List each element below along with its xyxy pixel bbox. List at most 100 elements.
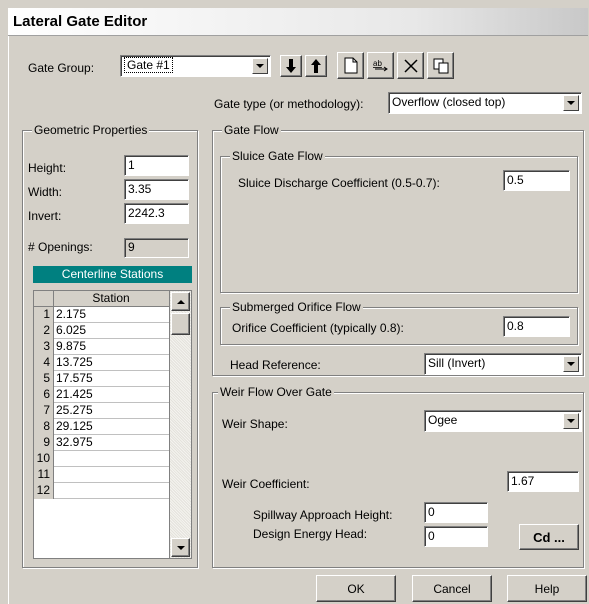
window-title: Lateral Gate Editor [13, 13, 148, 30]
delete-icon [403, 58, 418, 73]
row-number: 7 [34, 403, 54, 419]
width-label: Width: [28, 185, 63, 199]
move-up-button[interactable] [305, 55, 327, 77]
svg-text:ab: ab [373, 59, 382, 68]
orifice-coef-label: Orifice Coefficient (typically 0.8): [232, 321, 404, 335]
head-reference-label: Head Reference: [230, 358, 321, 372]
station-cell[interactable]: 9.875 [56, 339, 86, 354]
table-row[interactable]: 4 13.725 [34, 355, 169, 371]
height-label: Height: [28, 161, 67, 175]
row-number: 5 [34, 371, 54, 387]
chevron-up-icon [176, 299, 185, 304]
spillway-height-label: Spillway Approach Height: [253, 508, 393, 522]
row-number: 9 [34, 435, 54, 451]
gate-flow-title: Gate Flow [222, 123, 281, 137]
table-row[interactable]: 6 21.425 [34, 387, 169, 403]
weir-shape-label: Weir Shape: [222, 417, 288, 431]
station-cell[interactable]: 17.575 [56, 371, 93, 386]
row-number: 11 [34, 467, 54, 483]
sluice-gate-title: Sluice Gate Flow [230, 149, 325, 163]
weir-flow-title: Weir Flow Over Gate [218, 385, 334, 399]
delete-gate-button[interactable] [397, 52, 424, 79]
gate-group-value: Gate #1 [124, 57, 173, 73]
weir-coef-label: Weir Coefficient: [222, 477, 310, 491]
submerged-orifice-title: Submerged Orifice Flow [230, 300, 363, 314]
sluice-coef-input[interactable]: 0.5 [503, 170, 570, 191]
gate-type-select[interactable]: Overflow (closed top) [388, 92, 582, 114]
rename-icon: ab [373, 59, 388, 72]
window-title-bar: Lateral Gate Editor [8, 8, 588, 36]
station-cell[interactable]: 21.425 [56, 387, 93, 402]
move-down-button[interactable] [280, 55, 302, 77]
scroll-down-button[interactable] [171, 538, 190, 557]
table-row[interactable]: 10 [34, 451, 169, 467]
gate-type-label: Gate type (or methodology): [214, 97, 364, 111]
invert-label: Invert: [28, 209, 62, 223]
table-row[interactable]: 9 32.975 [34, 435, 169, 451]
row-number: 12 [34, 483, 54, 499]
table-row[interactable]: 3 9.875 [34, 339, 169, 355]
station-cell[interactable]: 29.125 [56, 419, 93, 434]
new-page-icon [344, 57, 357, 74]
centerline-stations-header: Centerline Stations [33, 266, 192, 283]
station-cell[interactable]: 2.175 [56, 307, 86, 322]
station-cell[interactable]: 25.275 [56, 403, 93, 418]
orifice-coef-input[interactable]: 0.8 [503, 316, 570, 337]
row-number: 8 [34, 419, 54, 435]
help-button[interactable]: Help [507, 575, 587, 602]
gate-group-select[interactable]: Gate #1 [120, 55, 271, 77]
corner-cell [34, 291, 54, 307]
stations-table-header: Station [34, 291, 169, 307]
ok-button[interactable]: OK [316, 575, 396, 602]
gate-type-value: Overflow (closed top) [392, 95, 506, 109]
rename-gate-button[interactable]: ab [367, 52, 394, 79]
row-number: 2 [34, 323, 54, 339]
table-row[interactable]: 2 6.025 [34, 323, 169, 339]
table-row[interactable]: 1 2.175 [34, 307, 169, 323]
height-input[interactable]: 1 [124, 155, 189, 176]
chevron-down-icon [176, 545, 185, 550]
scroll-thumb[interactable] [171, 313, 190, 335]
design-energy-head-input[interactable]: 0 [424, 526, 488, 547]
head-reference-value: Sill (Invert) [428, 356, 486, 370]
width-input[interactable]: 3.35 [124, 179, 189, 200]
openings-value: 9 [124, 238, 189, 258]
openings-label: # Openings: [28, 240, 93, 254]
head-reference-select[interactable]: Sill (Invert) [424, 353, 582, 375]
new-gate-button[interactable] [337, 52, 364, 79]
station-cell[interactable]: 32.975 [56, 435, 93, 450]
chevron-down-icon[interactable] [563, 413, 579, 429]
table-row[interactable]: 12 [34, 483, 169, 499]
table-row[interactable]: 7 25.275 [34, 403, 169, 419]
row-number: 3 [34, 339, 54, 355]
chevron-down-icon[interactable] [563, 356, 579, 372]
scroll-up-button[interactable] [171, 292, 190, 311]
weir-shape-value: Ogee [428, 413, 458, 427]
stations-table: Station 1 2.175 2 6.025 3 9.875 4 13.725 5 17.575… [33, 290, 192, 559]
table-row[interactable]: 11 [34, 467, 169, 483]
stations-scrollbar[interactable] [169, 291, 191, 558]
copy-gate-button[interactable] [427, 52, 454, 79]
geometric-properties-title: Geometric Properties [32, 123, 150, 137]
chevron-down-icon[interactable] [563, 95, 579, 111]
station-cell[interactable]: 13.725 [56, 355, 93, 370]
cd-button[interactable]: Cd ... [519, 524, 579, 550]
sluice-coef-label: Sluice Discharge Coefficient (0.5-0.7): [238, 176, 440, 190]
table-row[interactable]: 8 29.125 [34, 419, 169, 435]
row-number: 1 [34, 307, 54, 323]
arrow-up-icon [311, 59, 321, 73]
invert-input[interactable]: 2242.3 [124, 203, 189, 224]
station-cell[interactable]: 6.025 [56, 323, 86, 338]
cancel-button[interactable]: Cancel [412, 575, 492, 602]
arrow-down-icon [286, 59, 296, 73]
weir-coef-input[interactable]: 1.67 [507, 471, 579, 492]
gate-group-label: Gate Group: [28, 61, 95, 75]
weir-shape-select[interactable]: Ogee [424, 410, 582, 432]
chevron-down-icon[interactable] [252, 58, 268, 74]
copy-icon [433, 58, 448, 73]
row-number: 10 [34, 451, 54, 467]
spillway-height-input[interactable]: 0 [424, 502, 488, 523]
station-column-header: Station [92, 291, 130, 305]
table-row[interactable]: 5 17.575 [34, 371, 169, 387]
design-energy-head-label: Design Energy Head: [253, 527, 368, 541]
